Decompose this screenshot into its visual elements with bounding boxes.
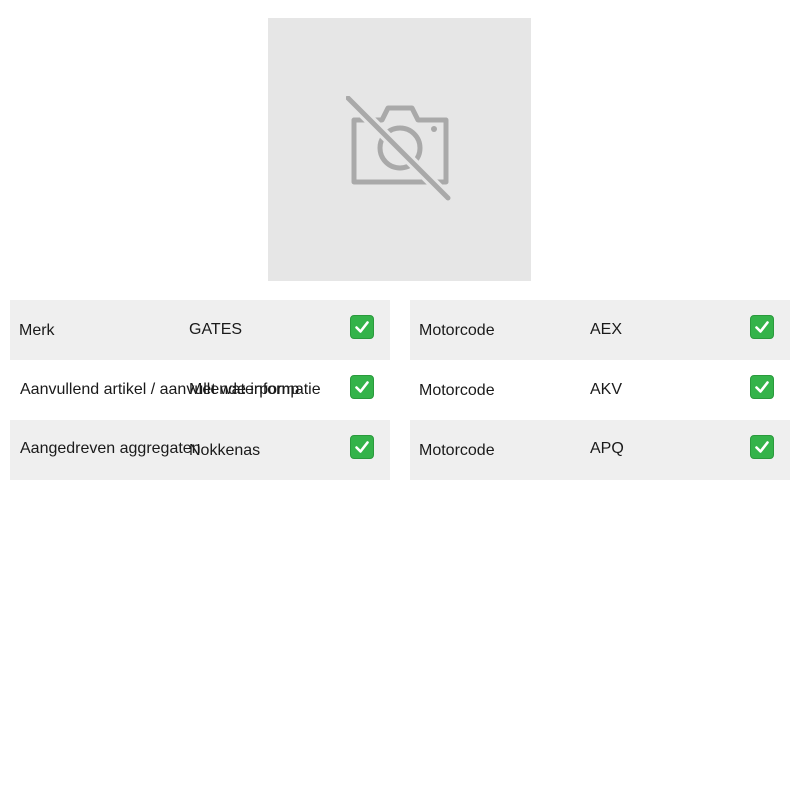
- specifications-table: Merk GATES Aanvullend artikel / aanvulle…: [10, 300, 390, 480]
- product-detail-page: Merk GATES Aanvullend artikel / aanvulle…: [0, 0, 800, 800]
- table-row: Motorcode AKV: [410, 360, 790, 420]
- table-row: Aanvullend artikel / aanvullende informa…: [10, 360, 390, 420]
- spec-value: AKV: [590, 381, 623, 398]
- spec-label: Motorcode: [419, 382, 495, 399]
- spec-value: Nokkenas: [189, 442, 261, 459]
- table-row: Motorcode APQ: [410, 420, 790, 480]
- check-box-icon: [350, 315, 374, 339]
- spec-label: Aangedreven aggregaten: [20, 440, 201, 457]
- spec-value: APQ: [590, 440, 624, 457]
- spec-value: GATES: [189, 321, 243, 338]
- engine-codes-table: Motorcode AEX Motorcode AKV Motorcode AP…: [410, 300, 790, 480]
- table-row: Motorcode AEX: [410, 300, 790, 360]
- table-row: Aangedreven aggregaten Nokkenas: [10, 420, 390, 480]
- check-box-icon: [350, 375, 374, 399]
- spec-label: Motorcode: [419, 442, 495, 459]
- check-box-icon: [750, 315, 774, 339]
- spec-value: AEX: [590, 321, 623, 338]
- spec-label: Motorcode: [419, 322, 495, 339]
- product-image-placeholder: [268, 18, 531, 281]
- table-row: Merk GATES: [10, 300, 390, 360]
- camera-off-icon: [345, 95, 454, 204]
- check-box-icon: [350, 435, 374, 459]
- check-box-icon: [750, 435, 774, 459]
- check-box-icon: [750, 375, 774, 399]
- spec-value: Met waterpomp: [189, 381, 300, 398]
- spec-label: Merk: [19, 322, 55, 339]
